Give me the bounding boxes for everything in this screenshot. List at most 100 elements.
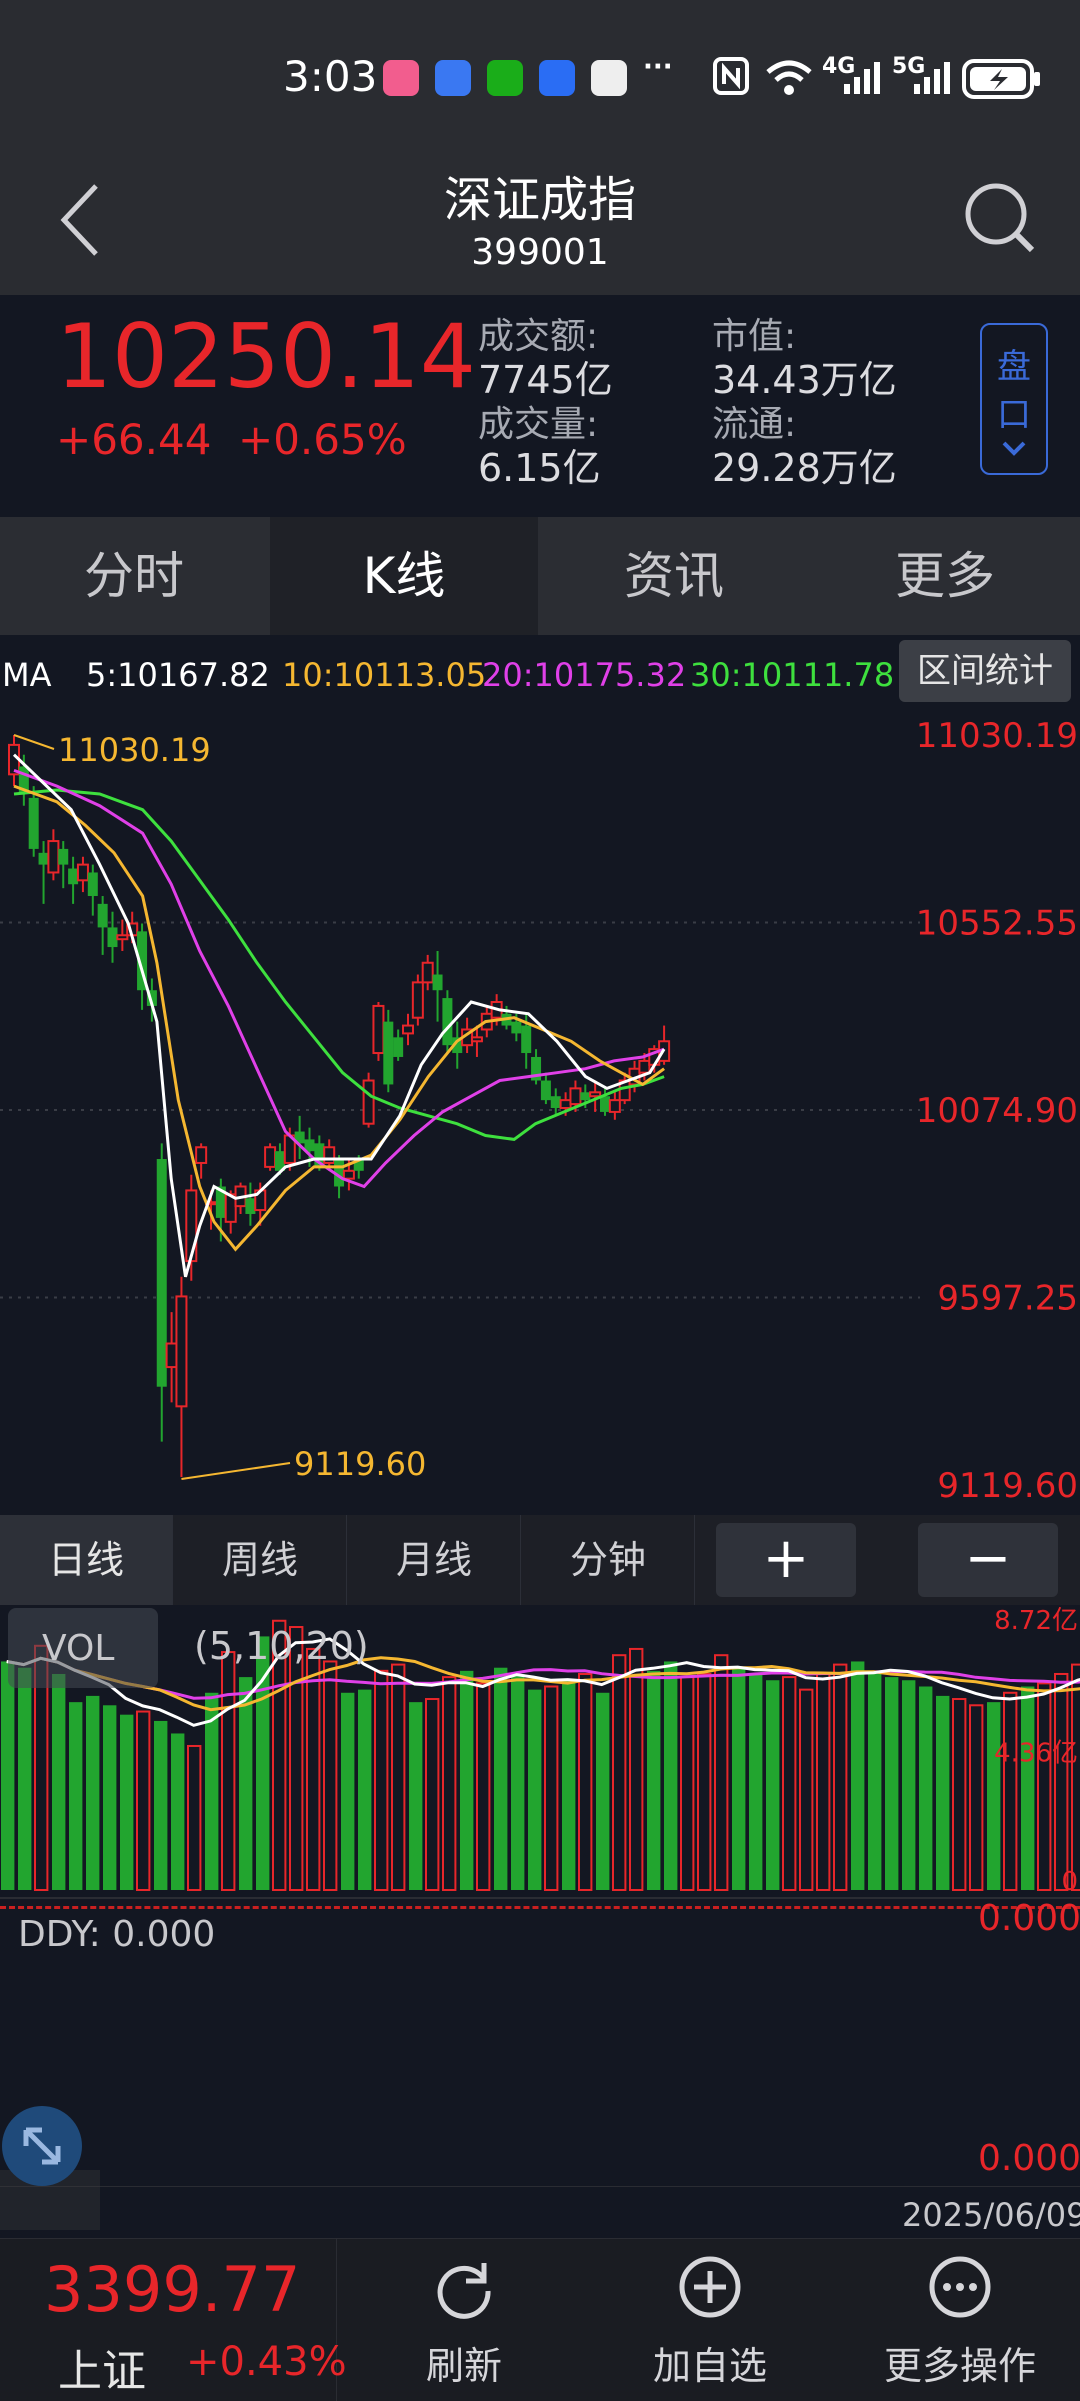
vol-bar-up bbox=[1071, 1663, 1080, 1891]
period-month[interactable]: 月线 bbox=[348, 1515, 521, 1605]
add-watchlist-button[interactable]: 加自选 bbox=[620, 2239, 800, 2401]
candle-body-up bbox=[559, 1099, 572, 1109]
chevron-down-icon bbox=[1002, 441, 1026, 456]
vol-bar-down bbox=[596, 1692, 610, 1890]
tab-news[interactable]: 资讯 bbox=[540, 517, 808, 635]
candle-body-up bbox=[569, 1087, 582, 1106]
vol-bar-down bbox=[749, 1673, 763, 1890]
index-change: +0.43% bbox=[186, 2339, 347, 2385]
wechat-icon bbox=[487, 60, 523, 96]
expand-icon bbox=[23, 2127, 61, 2165]
period-minute[interactable]: 分钟 bbox=[522, 1515, 695, 1605]
vol-bar-down bbox=[239, 1677, 253, 1890]
vol-bar-down bbox=[1021, 1686, 1035, 1890]
vol-bar-up bbox=[442, 1676, 457, 1891]
candle-body-up bbox=[638, 1059, 651, 1074]
zoom-in-button[interactable]: + bbox=[716, 1523, 856, 1597]
pay-app-icon bbox=[591, 60, 627, 96]
index-ticker[interactable]: 3399.77 上证 +0.43% bbox=[0, 2239, 347, 2401]
refresh-icon bbox=[437, 2263, 491, 2319]
vol-bar-up bbox=[1003, 1691, 1018, 1891]
vol-bar-up bbox=[425, 1698, 440, 1892]
quote-panel: 10250.14 +66.44 +0.65% 成交额: 7745亿 成交量: 6… bbox=[0, 295, 1080, 517]
vol-bar-down bbox=[1, 1661, 15, 1890]
tab-more[interactable]: 更多 bbox=[810, 517, 1080, 635]
vol-label-box[interactable]: VOL bbox=[8, 1608, 158, 1688]
order-book-label-top: 盘 bbox=[997, 347, 1031, 387]
add-watchlist-label: 加自选 bbox=[652, 2344, 767, 2388]
min-marker-line bbox=[181, 1462, 291, 1480]
vol-label: VOL bbox=[42, 1628, 115, 1669]
more-dots-icon bbox=[929, 2256, 991, 2318]
vol-bar-down bbox=[851, 1661, 865, 1890]
candle-body-down bbox=[97, 903, 108, 928]
vol-bar-down bbox=[528, 1689, 542, 1890]
kline-chart[interactable]: 11030.19 10552.55 10074.90 9597.25 9119.60 11… bbox=[0, 700, 1080, 1515]
candle-body-down bbox=[28, 797, 39, 849]
order-book-button[interactable]: 盘 口 bbox=[980, 323, 1048, 475]
period-week[interactable]: 周线 bbox=[174, 1515, 347, 1605]
vol-bar-up bbox=[221, 1651, 236, 1891]
vol-bar-down bbox=[171, 1733, 185, 1890]
main-tabs: 分时 K线 资讯 更多 bbox=[0, 517, 1080, 635]
y-axis-tick-label: 9119.60 bbox=[937, 1466, 1078, 1506]
volume-chart: 8.72亿 4.36亿 0 bbox=[0, 1606, 1080, 1899]
vol-bar-down bbox=[86, 1695, 100, 1890]
vol-bar-down bbox=[103, 1705, 117, 1890]
ma5-line bbox=[12, 753, 666, 1278]
candle-body-up bbox=[264, 1146, 277, 1168]
candle-body-down bbox=[600, 1096, 610, 1112]
vol-bar-down bbox=[902, 1680, 916, 1890]
ma20-value: 20:10175.32 bbox=[482, 656, 687, 694]
volume-value: 6.15亿 bbox=[478, 446, 601, 490]
refresh-button[interactable]: 刷新 bbox=[380, 2239, 548, 2401]
search-icon[interactable] bbox=[962, 180, 1038, 256]
vol-bar-down bbox=[885, 1677, 899, 1890]
zoom-out-button[interactable]: − bbox=[918, 1523, 1058, 1597]
ddy-bottom-value: 0.000 bbox=[978, 2138, 1080, 2179]
refresh-label: 刷新 bbox=[425, 2344, 502, 2388]
ddy-label: DDY: 0.000 bbox=[18, 1914, 216, 1955]
candle-body-down bbox=[511, 1021, 522, 1034]
vol-bar-up bbox=[629, 1647, 644, 1891]
candle-body-down bbox=[432, 974, 443, 991]
vol-bar-down bbox=[358, 1689, 372, 1890]
candle-body-down bbox=[107, 927, 118, 948]
y-axis-tick-label: 9597.25 bbox=[937, 1278, 1078, 1318]
candle-body-up bbox=[175, 1295, 188, 1408]
candle-body-up bbox=[402, 1024, 414, 1035]
y-axis-tick-label: 10074.90 bbox=[916, 1091, 1078, 1131]
candle-body-down bbox=[58, 848, 69, 865]
period-day[interactable]: 日线 bbox=[0, 1515, 173, 1605]
y-axis-tick-label: 11030.19 bbox=[916, 716, 1078, 756]
order-book-label-bottom: 口 bbox=[997, 395, 1031, 435]
candle-body-down bbox=[540, 1080, 551, 1101]
vol-bar-down bbox=[868, 1673, 882, 1890]
candle-body-up bbox=[589, 1091, 602, 1098]
vol-bar-up bbox=[952, 1698, 967, 1892]
ddy-baseline bbox=[0, 1906, 1080, 1913]
more-actions-label: 更多操作 bbox=[883, 2344, 1036, 2388]
page-title: 深证成指 bbox=[443, 172, 636, 228]
vol-bar-up bbox=[1054, 1672, 1069, 1891]
tab-kline[interactable]: K线 bbox=[270, 517, 538, 635]
signal-4g-icon bbox=[844, 62, 880, 94]
candle-body-down bbox=[393, 1037, 404, 1057]
vol-y-tick-label: 4.36亿 bbox=[994, 1739, 1078, 1769]
expand-button[interactable] bbox=[2, 2106, 82, 2186]
current-price: 10250.14 bbox=[56, 305, 476, 408]
vol-bar-up bbox=[799, 1688, 814, 1891]
vol-bar-down bbox=[511, 1673, 525, 1890]
candle-body-up bbox=[362, 1079, 375, 1125]
candle-body-up bbox=[421, 961, 434, 984]
vol-y-tick-label: 8.72亿 bbox=[994, 1606, 1078, 1636]
vol-bar-up bbox=[714, 1654, 729, 1891]
bottom-bar: 3399.77 上证 +0.43% 刷新 加自选 更多操作 bbox=[0, 2238, 1080, 2401]
bilibili-icon bbox=[383, 60, 419, 96]
more-actions-button[interactable]: 更多操作 bbox=[860, 2239, 1060, 2401]
vol-bar-down bbox=[732, 1667, 746, 1890]
nfc-icon bbox=[713, 57, 749, 95]
range-stats-button[interactable]: 区间统计 bbox=[899, 640, 1071, 702]
status-bar: 3:03 ··· 4G 5G bbox=[0, 0, 1080, 140]
tab-intraday[interactable]: 分时 bbox=[0, 517, 268, 635]
